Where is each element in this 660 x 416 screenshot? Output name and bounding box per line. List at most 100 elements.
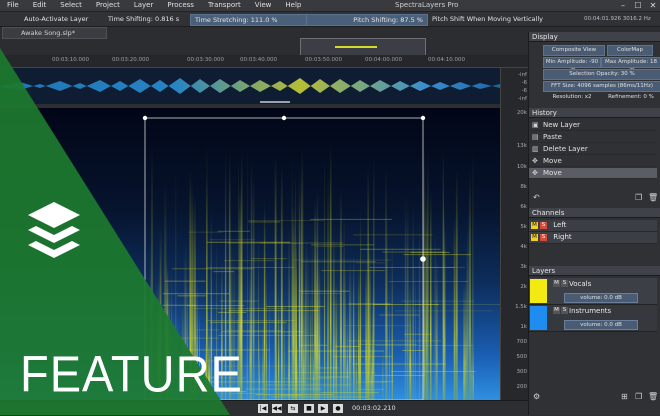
ruler-tick: 00:03:30.000 <box>187 57 224 63</box>
layer-volume-slider[interactable]: volume: 0.0 dB <box>564 320 638 330</box>
layer-color-swatch <box>530 279 547 303</box>
menu-transport[interactable]: Transport <box>201 0 248 11</box>
play-button[interactable]: ▶ <box>318 404 328 413</box>
history-item[interactable]: ✥ Move <box>529 156 657 167</box>
move-icon: ✥ <box>532 169 538 177</box>
layer-color-swatch <box>530 306 547 330</box>
resolution-field[interactable]: Resolution: x2 <box>543 93 601 102</box>
layer-name: Instruments <box>569 307 612 315</box>
channel-row-left[interactable]: MS Left <box>529 220 657 232</box>
history-item[interactable]: ▣ New Layer <box>529 120 657 131</box>
solo-button[interactable]: S <box>540 233 547 241</box>
app-title: SpectraLayers Pro <box>395 1 459 9</box>
freq-label: 8k <box>520 184 527 190</box>
layer-row-vocals[interactable]: M S Vocals volume: 0.0 dB <box>529 278 657 305</box>
pitch-shift-moving-toggle[interactable]: Pitch Shift When Moving Vertically <box>428 14 547 24</box>
add-layer-icon[interactable]: ⊞ <box>621 392 628 401</box>
time-stretching-field[interactable]: Time Stretching: 111.0 % <box>190 14 310 26</box>
copy-icon[interactable]: ❐ <box>635 193 642 202</box>
ruler-tick: 00:04:10.000 <box>428 57 465 63</box>
solo-button[interactable]: S <box>561 307 568 314</box>
solo-button[interactable]: S <box>540 221 547 229</box>
history-item[interactable]: ▤ Paste <box>529 132 657 143</box>
auto-activate-toggle[interactable]: Auto-Activate Layer <box>20 14 92 24</box>
layer-name: Vocals <box>569 280 592 288</box>
new-layer-icon: ▣ <box>532 121 539 129</box>
composite-view-select[interactable]: Composite View <box>543 45 605 56</box>
freq-label: 700 <box>516 339 528 345</box>
history-item-label: Move <box>543 169 562 177</box>
mute-button[interactable]: M <box>553 307 560 314</box>
time-readout: 00:03:02.210 <box>352 404 396 412</box>
menu-view[interactable]: View <box>248 0 279 11</box>
menu-select[interactable]: Select <box>53 0 89 11</box>
menu-file[interactable]: File <box>0 0 26 11</box>
frequency-axis[interactable]: -inf -6 -6 -inf 20k 13k 10k 8k 6k 5k 4k … <box>500 68 529 400</box>
db-label: -inf <box>518 72 527 78</box>
mute-button[interactable]: M <box>531 233 538 241</box>
history-item-label: Paste <box>543 133 562 141</box>
document-tab[interactable]: Awake Song.slp* <box>2 27 107 39</box>
go-start-button[interactable]: |◀ <box>258 404 268 413</box>
history-item-label: Move <box>543 157 562 165</box>
layer-volume-slider[interactable]: volume: 0.0 dB <box>564 293 638 303</box>
freq-label: 10k <box>516 164 527 170</box>
layers-panel-title: Layers <box>529 266 660 276</box>
min-amplitude-slider[interactable]: Min Amplitude: -90 dB <box>543 57 601 74</box>
colormap-select[interactable]: ColorMap <box>607 45 653 56</box>
history-item[interactable]: ▥ Delete Layer <box>529 144 657 155</box>
duplicate-layer-icon[interactable]: ❐ <box>635 392 642 401</box>
maximize-button[interactable]: ☐ <box>631 0 645 11</box>
mute-button[interactable]: M <box>553 280 560 287</box>
loop-button[interactable]: ⇆ <box>288 404 298 413</box>
time-shifting-field[interactable]: Time Shifting: 0.816 s <box>104 14 183 24</box>
freq-label: 200 <box>516 384 528 390</box>
move-icon: ✥ <box>532 157 538 165</box>
delete-layer-icon[interactable]: 🗑 <box>648 392 658 401</box>
ruler-tick: 00:03:10.000 <box>52 57 89 63</box>
close-button[interactable]: ✕ <box>646 0 660 11</box>
ruler-tick: 00:03:50.000 <box>305 57 342 63</box>
layer-row-instruments[interactable]: M S Instruments volume: 0.0 dB <box>529 305 657 332</box>
waveform-view[interactable] <box>0 68 500 104</box>
fft-size-slider[interactable]: FFT Size: 4096 samples (86ms/11Hz) <box>543 81 660 92</box>
channels-panel-title: Channels <box>529 208 660 218</box>
freq-label: 20k <box>516 110 527 116</box>
freq-label: 6k <box>520 204 527 210</box>
stop-button[interactable]: ■ <box>304 404 314 413</box>
minimize-button[interactable]: – <box>616 0 630 11</box>
menu-layer[interactable]: Layer <box>127 0 161 11</box>
overview-visible-range[interactable] <box>335 46 377 48</box>
menu-help[interactable]: Help <box>278 0 308 11</box>
channel-row-right[interactable]: MS Right <box>529 232 657 244</box>
menu-edit[interactable]: Edit <box>26 0 54 11</box>
ruler-tick: 00:03:40.000 <box>240 57 277 63</box>
channel-label: Right <box>553 233 572 241</box>
trash-icon[interactable]: 🗑 <box>648 193 658 202</box>
menu-project[interactable]: Project <box>89 0 127 11</box>
mute-button[interactable]: M <box>531 221 538 229</box>
history-panel-title: History <box>529 108 660 118</box>
freq-label: 2k <box>520 284 527 290</box>
max-amplitude-slider[interactable]: Max Amplitude: 18 dB <box>601 57 660 74</box>
freq-label: 4k <box>520 244 527 250</box>
delete-layer-icon: ▥ <box>532 145 539 153</box>
toolbar: Auto-Activate Layer Time Shifting: 0.816… <box>0 12 660 27</box>
right-panel: Display Composite View ColorMap Min Ampl… <box>528 32 660 415</box>
waveform-graphic <box>0 78 500 103</box>
undo-icon[interactable]: ↶ <box>533 193 540 202</box>
history-item-selected[interactable]: ✥ Move <box>529 168 657 179</box>
menu-process[interactable]: Process <box>160 0 201 11</box>
time-ruler[interactable]: 00:03:10.000 00:03:20.000 00:03:30.000 0… <box>0 55 528 68</box>
channel-label: Left <box>553 221 567 229</box>
layer-options-icon[interactable]: ⚙ <box>533 392 540 401</box>
freq-label: 3k <box>520 264 527 270</box>
db-label: -6 <box>521 88 527 94</box>
selection-opacity-slider[interactable]: Selection Opacity: 30 % <box>543 69 660 80</box>
record-button[interactable]: ● <box>333 404 343 413</box>
freq-label: 300 <box>516 369 528 375</box>
refinement-field[interactable]: Refinement: 0 % <box>603 93 659 102</box>
pitch-shifting-field[interactable]: Pitch Shifting: 87.5 % <box>306 14 428 26</box>
rewind-button[interactable]: ◀◀ <box>272 404 282 413</box>
solo-button[interactable]: S <box>561 280 568 287</box>
